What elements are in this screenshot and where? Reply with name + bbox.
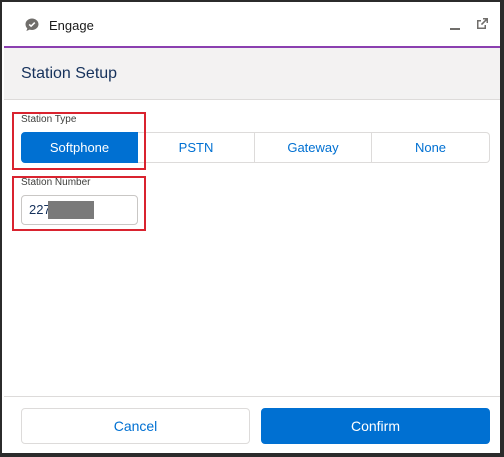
panel-header: Station Setup (4, 48, 500, 100)
confirm-button[interactable]: Confirm (261, 408, 490, 444)
cancel-button[interactable]: Cancel (21, 408, 250, 444)
minimize-icon[interactable] (448, 18, 462, 32)
engage-window: Engage Station Setup Station Type Softph… (0, 0, 504, 457)
station-type-none-button[interactable]: None (372, 132, 490, 163)
chat-bubble-check-icon (25, 18, 39, 31)
footer-divider (4, 396, 500, 397)
station-type-gateway-button[interactable]: Gateway (255, 132, 372, 163)
highlight-box-station-number (12, 176, 146, 231)
title-bar: Engage (4, 4, 500, 48)
popout-icon[interactable] (474, 16, 490, 32)
page-title: Station Setup (21, 65, 118, 82)
app-title: Engage (49, 18, 94, 33)
station-type-pstn-button[interactable]: PSTN (138, 132, 255, 163)
highlight-box-station-type (12, 112, 146, 170)
